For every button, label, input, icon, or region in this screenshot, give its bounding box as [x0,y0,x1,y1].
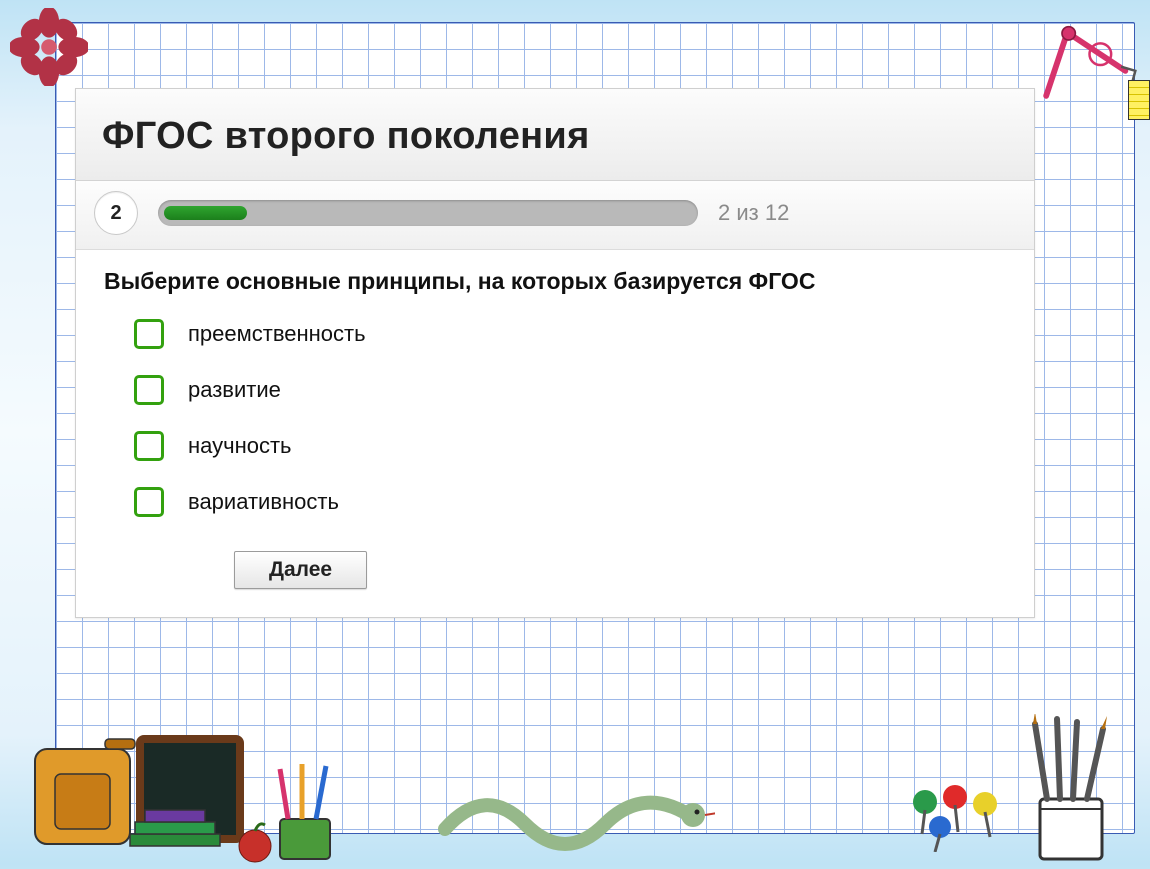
quiz-panel: ФГОС второго поколения 2 2 из 12 Выберит… [75,88,1035,618]
question-number-badge: 2 [94,191,138,235]
question-area: Выберите основные принципы, на которых б… [76,250,1034,617]
next-button[interactable]: Далее [234,551,367,589]
progress-bar-fill [164,206,247,220]
quiz-title: ФГОС второго поколения [102,115,1008,158]
checkbox-icon[interactable] [134,375,164,405]
checkbox-icon[interactable] [134,431,164,461]
checkbox-icon[interactable] [134,487,164,517]
question-text: Выберите основные принципы, на которых б… [104,268,1006,295]
option-label: научность [188,433,292,459]
option-label: вариативность [188,489,339,515]
progress-bar [158,200,698,226]
pen-holder-icon [1015,714,1125,864]
progress-label: 2 из 12 [718,200,789,226]
ruler-icon [1128,80,1150,120]
option-item[interactable]: вариативность [134,487,1006,517]
checkbox-icon[interactable] [134,319,164,349]
option-item[interactable]: научность [134,431,1006,461]
push-pins-icon [900,782,1010,852]
options-list: преемственность развитие научность вариа… [134,319,1006,517]
school-supplies-icon [30,714,350,864]
option-label: развитие [188,377,281,403]
snake-icon [435,779,715,859]
panel-title-bar: ФГОС второго поколения [76,89,1034,181]
option-label: преемственность [188,321,366,347]
compass-icon [1042,25,1142,95]
option-item[interactable]: преемственность [134,319,1006,349]
progress-row: 2 2 из 12 [76,181,1034,250]
option-item[interactable]: развитие [134,375,1006,405]
flower-icon [10,8,88,86]
